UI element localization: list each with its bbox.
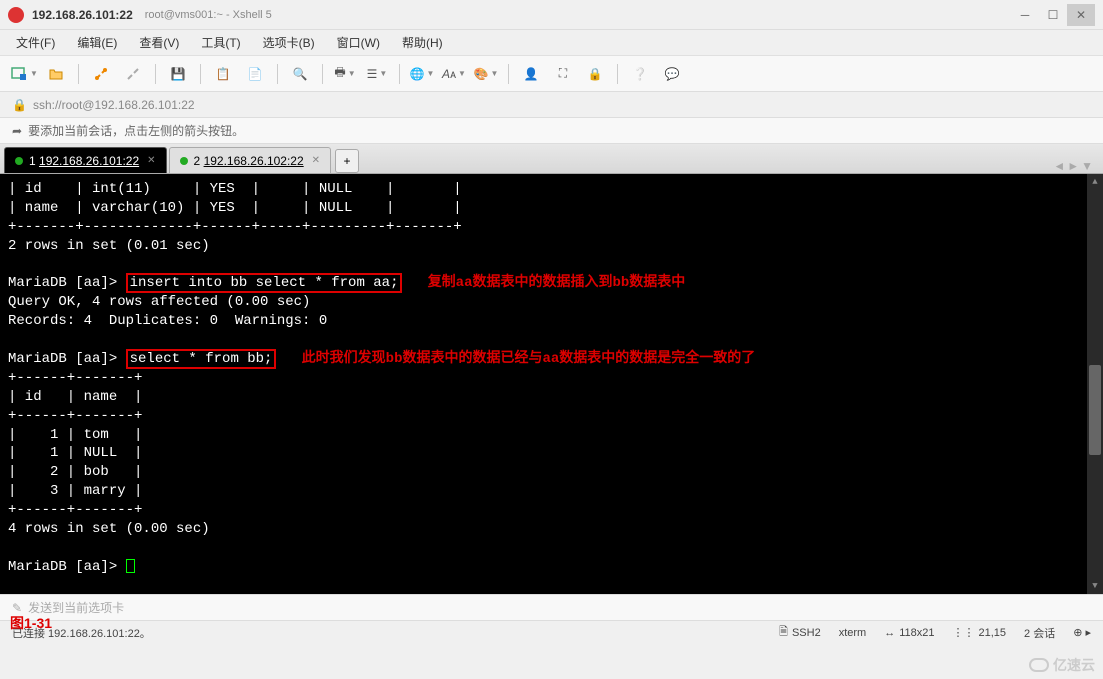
grid-icon: ⋮⋮ bbox=[952, 626, 974, 639]
scrollbar[interactable]: ▲ ▼ bbox=[1087, 174, 1103, 594]
table-row: | 2 | bob | bbox=[8, 464, 142, 480]
menu-view[interactable]: 查看(V) bbox=[135, 32, 183, 53]
figure-label: 图1-31 bbox=[10, 613, 52, 633]
scrollbar-thumb[interactable] bbox=[1089, 365, 1101, 455]
rows-summary: 4 rows in set (0.00 sec) bbox=[8, 521, 210, 537]
annotation: 复制aa数据表中的数据插入到bb数据表中 bbox=[428, 275, 686, 291]
cursor bbox=[126, 559, 135, 573]
message-icon[interactable]: 💬 bbox=[658, 60, 686, 88]
menu-window[interactable]: 窗口(W) bbox=[333, 32, 384, 53]
user-icon[interactable]: 👤 bbox=[517, 60, 545, 88]
tab-prev-icon[interactable]: ◄ bbox=[1053, 159, 1065, 173]
status-bar: 已连接 192.168.26.101:22。 🗎SSH2 xterm ↔ 118… bbox=[0, 620, 1103, 644]
table-header: | id | name | bbox=[8, 389, 142, 405]
schema-row: | name | varchar(10) | YES | | NULL | | bbox=[8, 200, 462, 216]
status-menu-icon[interactable]: ⊕ ▸ bbox=[1073, 626, 1091, 639]
address-bar: 🔒 ssh://root@192.168.26.101:22 bbox=[0, 92, 1103, 118]
menu-bar: 文件(F) 编辑(E) 查看(V) 工具(T) 选项卡(B) 窗口(W) 帮助(… bbox=[0, 30, 1103, 56]
rows-summary: 2 rows in set (0.01 sec) bbox=[8, 238, 210, 254]
palette-icon[interactable]: 🎨▼ bbox=[472, 60, 500, 88]
prompt: MariaDB [aa]> bbox=[8, 351, 117, 367]
status-dot-icon bbox=[180, 157, 188, 165]
terminal[interactable]: | id | int(11) | YES | | NULL | | | name… bbox=[0, 174, 1103, 594]
watermark: 亿速云 bbox=[1029, 655, 1095, 675]
tab-index: 2 bbox=[194, 154, 201, 168]
hint-arrow-icon[interactable]: ➦ bbox=[12, 124, 22, 138]
table-sep: +------+-------+ bbox=[8, 408, 142, 424]
window-subtitle: root@vms001:~ - Xshell 5 bbox=[145, 9, 272, 21]
tab-2[interactable]: 2 192.168.26.102:22 ✕ bbox=[169, 147, 332, 173]
close-button[interactable]: ✕ bbox=[1067, 4, 1095, 26]
annotation: 此时我们发现bb数据表中的数据已经与aa数据表中的数据是完全一致的了 bbox=[302, 351, 756, 367]
table-sep: +------+-------+ bbox=[8, 370, 142, 386]
menu-edit[interactable]: 编辑(E) bbox=[73, 32, 121, 53]
prompt: MariaDB [aa]> bbox=[8, 559, 117, 575]
scroll-down-icon[interactable]: ▼ bbox=[1087, 578, 1103, 594]
query-result: Records: 4 Duplicates: 0 Warnings: 0 bbox=[8, 313, 327, 329]
prompt: MariaDB [aa]> bbox=[8, 275, 117, 291]
new-tab-icon[interactable]: ▼ bbox=[10, 60, 38, 88]
menu-file[interactable]: 文件(F) bbox=[12, 32, 59, 53]
address-lock-icon: 🔒 bbox=[12, 98, 27, 112]
status-size: ↔ 118x21 bbox=[884, 627, 934, 639]
tab-close-icon[interactable]: ✕ bbox=[312, 155, 320, 166]
tab-label: 192.168.26.101:22 bbox=[39, 154, 139, 168]
menu-help[interactable]: 帮助(H) bbox=[398, 32, 447, 53]
resize-icon: ↔ bbox=[884, 627, 895, 639]
cloud-icon bbox=[1029, 658, 1049, 672]
search-icon[interactable]: 🔍 bbox=[286, 60, 314, 88]
table-row: | 3 | marry | bbox=[8, 483, 142, 499]
globe-icon[interactable]: 🌐▼ bbox=[408, 60, 436, 88]
status-protocol: 🗎SSH2 bbox=[779, 623, 821, 642]
doc-icon: 🗎 bbox=[779, 623, 788, 642]
send-bar[interactable]: ✎ 发送到当前选项卡 bbox=[0, 594, 1103, 620]
window-title: 192.168.26.101:22 bbox=[32, 8, 133, 22]
status-cursor-pos: ⋮⋮ 21,15 bbox=[952, 626, 1006, 639]
hint-text: 要添加当前会话，点击左侧的箭头按钮。 bbox=[28, 122, 244, 139]
status-sessions: 2 会话 bbox=[1024, 625, 1055, 641]
status-term: xterm bbox=[839, 627, 867, 639]
menu-tools[interactable]: 工具(T) bbox=[197, 32, 244, 53]
save-icon[interactable]: 💾 bbox=[164, 60, 192, 88]
font-icon[interactable]: Aᴀ▼ bbox=[440, 60, 468, 88]
scroll-up-icon[interactable]: ▲ bbox=[1087, 174, 1103, 190]
status-dot-icon bbox=[15, 157, 23, 165]
schema-row: +-------+-------------+------+-----+----… bbox=[8, 219, 462, 235]
print-icon[interactable]: 🖶▼ bbox=[331, 60, 359, 88]
open-icon[interactable] bbox=[42, 60, 70, 88]
maximize-button[interactable]: ☐ bbox=[1039, 4, 1067, 26]
menu-tabs[interactable]: 选项卡(B) bbox=[259, 32, 319, 53]
query-result: Query OK, 4 rows affected (0.00 sec) bbox=[8, 294, 310, 310]
minimize-button[interactable]: ─ bbox=[1011, 4, 1039, 26]
fullscreen-icon[interactable]: ⛶ bbox=[549, 60, 577, 88]
address-url[interactable]: ssh://root@192.168.26.101:22 bbox=[33, 98, 195, 112]
disconnect-icon[interactable] bbox=[119, 60, 147, 88]
copy-icon[interactable]: 📋 bbox=[209, 60, 237, 88]
schema-row: | id | int(11) | YES | | NULL | | bbox=[8, 181, 462, 197]
lock-icon[interactable]: 🔒 bbox=[581, 60, 609, 88]
link-icon[interactable] bbox=[87, 60, 115, 88]
add-tab-button[interactable]: + bbox=[335, 149, 359, 173]
table-row: | 1 | tom | bbox=[8, 427, 142, 443]
tab-nav: ◄ ► ▼ bbox=[1053, 159, 1099, 173]
toolbar: ▼ 💾 📋 📄 🔍 🖶▼ ☰▼ 🌐▼ Aᴀ▼ 🎨▼ 👤 ⛶ 🔒 ❔ 💬 bbox=[0, 56, 1103, 92]
help-icon[interactable]: ❔ bbox=[626, 60, 654, 88]
tab-menu-icon[interactable]: ▼ bbox=[1081, 159, 1093, 173]
paste-icon[interactable]: 📄 bbox=[241, 60, 269, 88]
sql-command: insert into bb select * from aa; bbox=[126, 273, 403, 293]
app-icon bbox=[8, 7, 24, 23]
sql-command: select * from bb; bbox=[126, 349, 277, 369]
properties-icon[interactable]: ☰▼ bbox=[363, 60, 391, 88]
tab-index: 1 bbox=[29, 154, 36, 168]
table-sep: +------+-------+ bbox=[8, 502, 142, 518]
title-bar: 192.168.26.101:22 root@vms001:~ - Xshell… bbox=[0, 0, 1103, 30]
hint-bar: ➦ 要添加当前会话，点击左侧的箭头按钮。 bbox=[0, 118, 1103, 144]
tab-label: 192.168.26.102:22 bbox=[204, 154, 304, 168]
tab-bar: 1 192.168.26.101:22 ✕ 2 192.168.26.102:2… bbox=[0, 144, 1103, 174]
tab-1[interactable]: 1 192.168.26.101:22 ✕ bbox=[4, 147, 167, 173]
tab-next-icon[interactable]: ► bbox=[1067, 159, 1079, 173]
table-row: | 1 | NULL | bbox=[8, 445, 142, 461]
tab-close-icon[interactable]: ✕ bbox=[147, 155, 155, 166]
